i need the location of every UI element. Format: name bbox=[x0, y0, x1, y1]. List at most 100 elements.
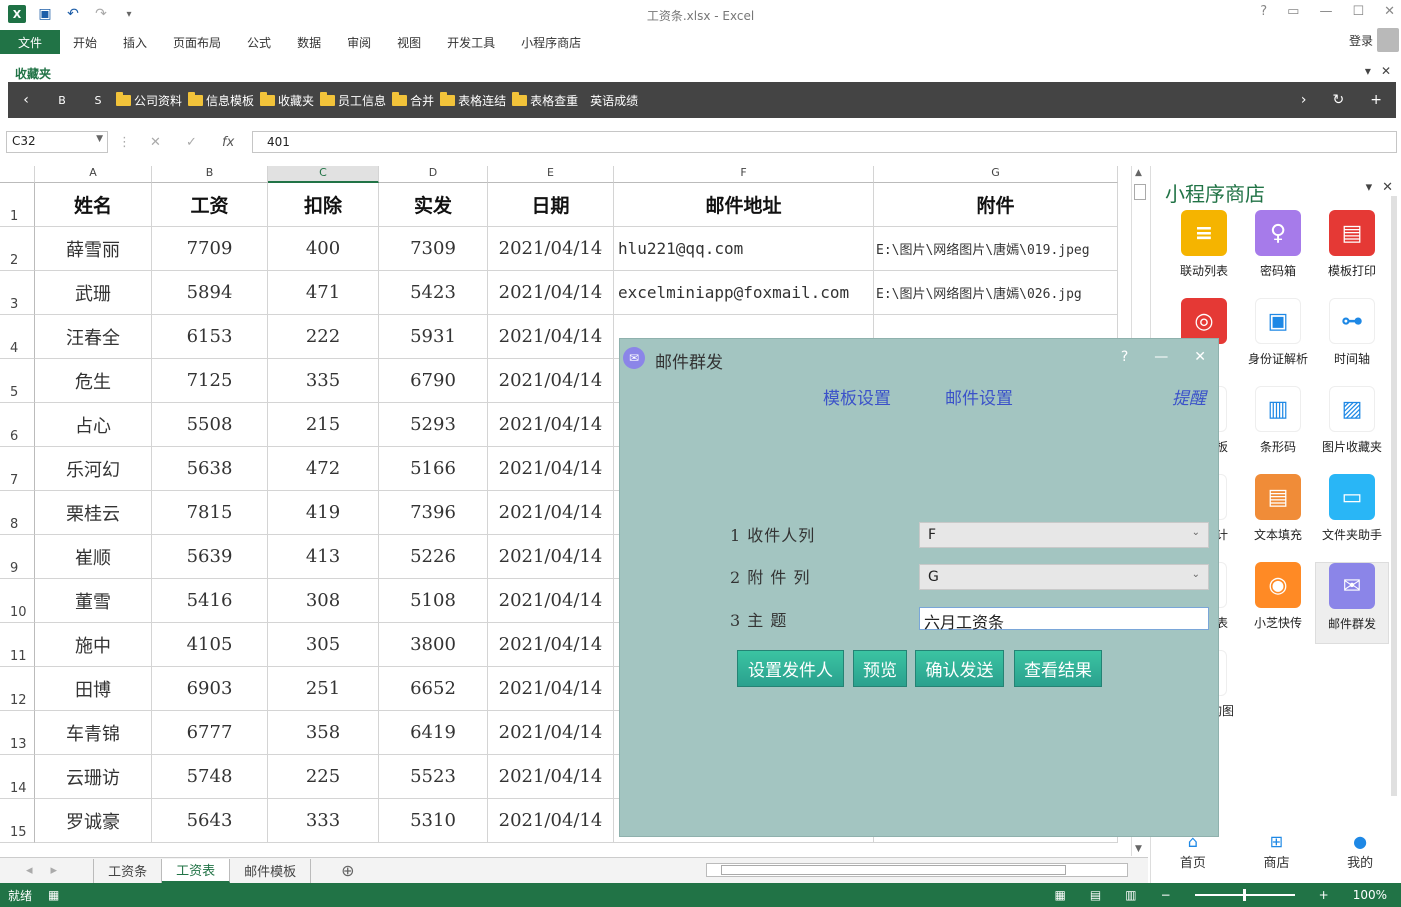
fav-item[interactable]: 表格查重 bbox=[512, 91, 578, 109]
name-box[interactable]: C32 ▼ bbox=[6, 131, 108, 153]
column-title-cell[interactable]: 扣除 bbox=[268, 183, 379, 227]
close-favorites-icon[interactable]: ✕ bbox=[1381, 64, 1391, 78]
table-cell[interactable]: 2021/04/14 bbox=[488, 359, 614, 403]
table-cell[interactable]: excelminiapp@foxmail.com bbox=[614, 271, 874, 315]
table-cell[interactable]: 乐河幻 bbox=[35, 447, 152, 491]
app-tile[interactable]: ⊶ 时间轴 bbox=[1315, 298, 1389, 380]
row-header[interactable]: 2 bbox=[0, 227, 35, 271]
column-header[interactable]: E bbox=[488, 166, 614, 183]
row-header[interactable]: 4 bbox=[0, 315, 35, 359]
table-cell[interactable]: 225 bbox=[268, 755, 379, 799]
table-cell[interactable]: 5523 bbox=[379, 755, 488, 799]
app-tile[interactable]: ≡ 联动列表 bbox=[1167, 210, 1241, 292]
function-icon[interactable]: fx bbox=[222, 135, 234, 150]
collapse-icon[interactable]: ▾ bbox=[1365, 64, 1371, 78]
tab-insert[interactable]: 插入 bbox=[110, 34, 160, 51]
table-cell[interactable]: E:\图片\网络图片\唐嫣\019.jpeg bbox=[874, 227, 1118, 271]
pane-close-icon[interactable]: ✕ bbox=[1382, 180, 1393, 195]
app-tile[interactable]: ▨ 图片收藏夹 bbox=[1315, 386, 1389, 468]
table-cell[interactable]: 车青锦 bbox=[35, 711, 152, 755]
app-tile[interactable]: ▤ 模板打印 bbox=[1315, 210, 1389, 292]
table-cell[interactable]: 6777 bbox=[152, 711, 268, 755]
table-cell[interactable]: 2021/04/14 bbox=[488, 799, 614, 843]
table-cell[interactable]: E:\图片\网络图片\唐嫣\026.jpg bbox=[874, 271, 1118, 315]
add-sheet-icon[interactable]: ⊕ bbox=[341, 861, 354, 880]
column-header[interactable]: B bbox=[152, 166, 268, 183]
pane-nav-item[interactable]: ● 我的 bbox=[1347, 832, 1373, 876]
fav-item[interactable]: 合并 bbox=[392, 91, 434, 109]
table-cell[interactable]: 2021/04/14 bbox=[488, 315, 614, 359]
tab-view[interactable]: 视图 bbox=[384, 34, 434, 51]
table-cell[interactable]: 333 bbox=[268, 799, 379, 843]
help-icon[interactable]: ? bbox=[1260, 4, 1267, 19]
recipient-column-select[interactable]: F ⌄ bbox=[919, 522, 1209, 548]
pane-nav-item[interactable]: ⊞ 商店 bbox=[1263, 832, 1289, 876]
table-cell[interactable]: 5638 bbox=[152, 447, 268, 491]
sheet-tab[interactable]: 邮件模板 bbox=[230, 858, 312, 883]
pane-menu-icon[interactable]: ▾ bbox=[1366, 180, 1373, 195]
app-tile[interactable]: ♀ 密码箱 bbox=[1241, 210, 1315, 292]
page-layout-view-icon[interactable]: ▤ bbox=[1090, 888, 1101, 902]
chevron-down-icon[interactable]: ▼ bbox=[96, 134, 103, 144]
table-cell[interactable]: 5310 bbox=[379, 799, 488, 843]
scroll-up-icon[interactable]: ▲ bbox=[1135, 168, 1142, 178]
tab-home[interactable]: 开始 bbox=[60, 34, 110, 51]
enter-icon[interactable]: ✓ bbox=[186, 135, 197, 150]
table-cell[interactable]: 2021/04/14 bbox=[488, 535, 614, 579]
table-cell[interactable]: 6652 bbox=[379, 667, 488, 711]
confirm-send-button[interactable]: 确认发送 bbox=[915, 650, 1004, 687]
table-cell[interactable]: 400 bbox=[268, 227, 379, 271]
fav-item[interactable]: 公司资料 bbox=[116, 91, 182, 109]
table-cell[interactable]: 2021/04/14 bbox=[488, 623, 614, 667]
formula-input[interactable]: 401 bbox=[252, 131, 1397, 153]
table-cell[interactable]: 田博 bbox=[35, 667, 152, 711]
minimize-icon[interactable]: — bbox=[1154, 349, 1168, 365]
table-cell[interactable]: 2021/04/14 bbox=[488, 491, 614, 535]
tab-data[interactable]: 数据 bbox=[284, 34, 334, 51]
tab-formulas[interactable]: 公式 bbox=[234, 34, 284, 51]
table-cell[interactable]: 7815 bbox=[152, 491, 268, 535]
column-header[interactable]: F bbox=[614, 166, 874, 183]
table-cell[interactable]: 5416 bbox=[152, 579, 268, 623]
column-header[interactable]: A bbox=[35, 166, 152, 183]
tab-file[interactable]: 文件 bbox=[0, 30, 60, 54]
sheet-next-icon[interactable]: ▸ bbox=[51, 863, 58, 878]
table-cell[interactable]: 5931 bbox=[379, 315, 488, 359]
horizontal-scrollbar[interactable] bbox=[706, 863, 1128, 877]
app-tile[interactable]: ◉ 小芝快传 bbox=[1241, 562, 1315, 644]
column-header[interactable]: D bbox=[379, 166, 488, 183]
table-cell[interactable]: 5643 bbox=[152, 799, 268, 843]
pane-scrollbar[interactable] bbox=[1391, 196, 1397, 796]
table-cell[interactable]: 2021/04/14 bbox=[488, 403, 614, 447]
chevron-left-icon[interactable]: ‹ bbox=[8, 92, 44, 108]
app-tile[interactable]: ▣ 身份证解析 bbox=[1241, 298, 1315, 380]
row-header[interactable]: 9 bbox=[0, 535, 35, 579]
table-cell[interactable]: 汪春全 bbox=[35, 315, 152, 359]
table-cell[interactable]: hlu221@qq.com bbox=[614, 227, 874, 271]
row-header[interactable]: 5 bbox=[0, 359, 35, 403]
sheet-tab-active[interactable]: 工资表 bbox=[162, 858, 231, 883]
table-cell[interactable]: 崔顺 bbox=[35, 535, 152, 579]
table-cell[interactable]: 2021/04/14 bbox=[488, 227, 614, 271]
table-cell[interactable]: 5639 bbox=[152, 535, 268, 579]
fav-s-button[interactable]: S bbox=[80, 94, 116, 107]
table-cell[interactable]: 施中 bbox=[35, 623, 152, 667]
maximize-icon[interactable]: ☐ bbox=[1352, 4, 1364, 19]
table-cell[interactable]: 5293 bbox=[379, 403, 488, 447]
table-cell[interactable]: 2021/04/14 bbox=[488, 667, 614, 711]
set-sender-button[interactable]: 设置发件人 bbox=[737, 650, 844, 687]
minimize-icon[interactable]: — bbox=[1319, 4, 1332, 19]
table-cell[interactable]: 5226 bbox=[379, 535, 488, 579]
table-cell[interactable]: 武珊 bbox=[35, 271, 152, 315]
column-title-cell[interactable]: 姓名 bbox=[35, 183, 152, 227]
attachment-column-select[interactable]: G ⌄ bbox=[919, 564, 1209, 590]
tab-mini-app-store[interactable]: 小程序商店 bbox=[508, 34, 594, 51]
table-cell[interactable]: 罗诚豪 bbox=[35, 799, 152, 843]
scroll-thumb[interactable] bbox=[1134, 184, 1146, 200]
remind-link[interactable]: 提醒 bbox=[1172, 384, 1206, 409]
table-cell[interactable]: 358 bbox=[268, 711, 379, 755]
table-cell[interactable]: 6153 bbox=[152, 315, 268, 359]
ribbon-display-icon[interactable]: ▭ bbox=[1287, 4, 1299, 19]
table-cell[interactable]: 2021/04/14 bbox=[488, 447, 614, 491]
scroll-down-icon[interactable]: ▼ bbox=[1135, 844, 1142, 854]
